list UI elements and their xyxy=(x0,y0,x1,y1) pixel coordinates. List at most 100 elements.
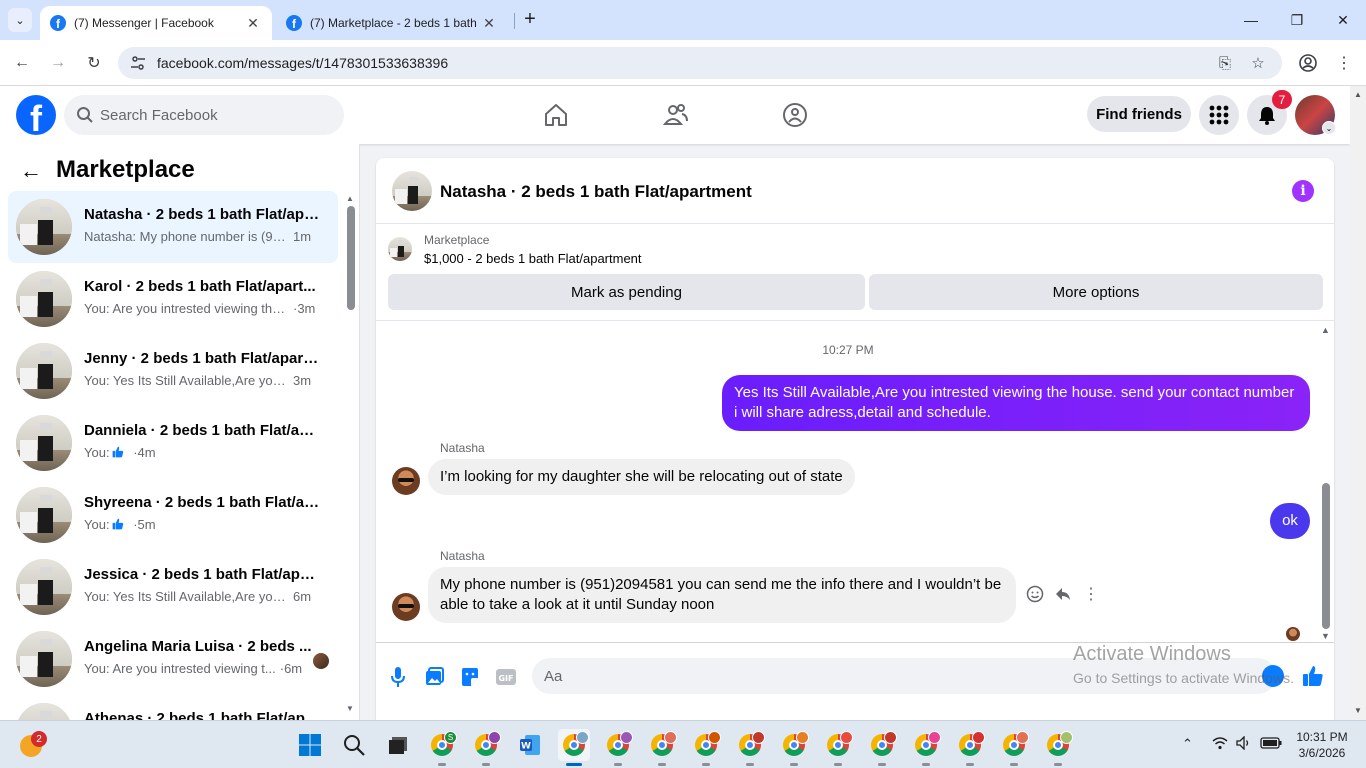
site-info-icon[interactable] xyxy=(130,55,146,71)
browser-tab-bar: ⌄ f (7) Messenger | Facebook ✕ f (7) Mar… xyxy=(0,0,1366,40)
react-smiley-icon[interactable] xyxy=(1024,583,1046,605)
conversation-item[interactable]: Jenny · 2 beds 1 bath Flat/apart... You: … xyxy=(8,335,338,407)
chrome-profile-s-icon[interactable]: S xyxy=(426,729,458,766)
facebook-search[interactable] xyxy=(64,95,344,135)
browser-menu-icon[interactable]: ⋮ xyxy=(1331,50,1357,76)
chrome-profile-icon[interactable] xyxy=(998,729,1030,766)
incoming-message[interactable]: My phone number is (951)2094581 you can … xyxy=(428,567,1016,623)
listing-avatar[interactable] xyxy=(392,171,432,211)
outgoing-message[interactable]: Yes Its Still Available,Are you intreste… xyxy=(722,375,1310,431)
word-icon[interactable]: W xyxy=(514,729,546,761)
tab-close-icon[interactable]: ✕ xyxy=(480,14,498,32)
chrome-profile-icon[interactable] xyxy=(1042,729,1074,766)
find-friends-button[interactable]: Find friends xyxy=(1087,96,1191,132)
chrome-profile-icon[interactable] xyxy=(778,729,810,766)
chrome-profile-icon[interactable] xyxy=(602,729,634,766)
menu-grid-icon[interactable] xyxy=(1199,95,1239,135)
chrome-profile-icon[interactable] xyxy=(470,729,502,766)
task-view-icon[interactable] xyxy=(382,729,414,761)
search-icon[interactable] xyxy=(338,729,370,761)
restore-icon[interactable]: ❐ xyxy=(1282,8,1312,32)
incoming-message[interactable]: I’m looking for my daughter she will be … xyxy=(428,459,855,495)
conversation-item[interactable]: Jessica · 2 beds 1 bath Flat/apart... You… xyxy=(8,551,338,623)
back-arrow-icon[interactable]: ← xyxy=(20,160,44,184)
chrome-profile-icon[interactable] xyxy=(690,729,722,766)
chrome-profile-icon[interactable] xyxy=(822,729,854,766)
page-scrollbar[interactable]: ▲ ▼ xyxy=(1350,86,1366,720)
reload-icon[interactable]: ↻ xyxy=(81,50,107,76)
system-clock[interactable]: 10:31 PM 3/6/2026 xyxy=(1294,729,1350,761)
more-options-button[interactable]: More options xyxy=(869,274,1323,310)
chrome-profile-icon[interactable] xyxy=(734,729,766,766)
profile-icon[interactable] xyxy=(1295,50,1321,76)
tab-search-dropdown-button[interactable]: ⌄ xyxy=(8,8,32,32)
chrome-active-window-icon[interactable] xyxy=(558,729,590,766)
address-bar[interactable]: facebook.com/messages/t/1478301533638396… xyxy=(118,47,1282,79)
mark-as-pending-button[interactable]: Mark as pending xyxy=(388,274,865,310)
scroll-down-icon[interactable]: ▼ xyxy=(1354,706,1362,715)
close-window-icon[interactable]: ✕ xyxy=(1328,8,1358,32)
photo-icon[interactable] xyxy=(422,665,446,689)
new-tab-button[interactable]: + xyxy=(520,9,540,30)
scroll-down-icon[interactable]: ▼ xyxy=(346,704,354,713)
conversation-item[interactable]: Karol · 2 beds 1 bath Flat/apart... You: … xyxy=(8,263,338,335)
chrome-profile-icon[interactable] xyxy=(646,729,678,766)
start-windows-icon[interactable] xyxy=(294,729,326,761)
chevron-down-icon[interactable]: ⌄ xyxy=(1322,121,1336,135)
thumbs-up-icon[interactable] xyxy=(1300,663,1326,689)
search-input[interactable] xyxy=(100,95,330,135)
chat-title[interactable]: Natasha · 2 beds 1 bath Flat/apartment xyxy=(440,182,752,202)
forward-icon[interactable]: → xyxy=(45,50,71,76)
conversation-item[interactable]: Danniela · 2 beds 1 bath Flat/ap... You: … xyxy=(8,407,338,479)
weather-widget[interactable]: 2 xyxy=(18,731,47,759)
wifi-icon[interactable] xyxy=(1212,736,1228,753)
tab-messenger[interactable]: f (7) Messenger | Facebook ✕ xyxy=(40,6,272,40)
preview-time: 1m xyxy=(293,229,312,244)
friends-nav-icon[interactable] xyxy=(656,96,696,134)
scroll-up-icon[interactable]: ▲ xyxy=(346,194,354,203)
preview-time: ·3m xyxy=(293,301,316,316)
browser-toolbar: ← → ↻ facebook.com/messages/t/1478301533… xyxy=(0,40,1366,86)
scroll-up-icon[interactable]: ▲ xyxy=(1321,325,1330,335)
chrome-profile-icon[interactable] xyxy=(866,729,898,766)
scrollbar-thumb[interactable] xyxy=(1322,483,1330,629)
conversation-item[interactable]: Natasha · 2 beds 1 bath Flat/apa... Natas… xyxy=(8,191,338,263)
tab-marketplace[interactable]: f (7) Marketplace - 2 beds 1 bath ✕ xyxy=(276,6,508,40)
groups-nav-icon[interactable] xyxy=(775,96,815,134)
back-icon[interactable]: ← xyxy=(9,50,35,76)
preview-text: You: Yes Its Still Available,Are you i..… xyxy=(84,373,289,388)
listing-thumbnail[interactable] xyxy=(388,237,412,261)
chrome-profile-icon[interactable] xyxy=(954,729,986,766)
conversation-item[interactable]: Angelina Maria Luisa · 2 beds ... You: Ar… xyxy=(8,623,338,695)
show-hidden-icons-chevron-icon[interactable]: ⌃ xyxy=(1182,736,1193,752)
conversation-list-scrollbar[interactable]: ▲ ▼ xyxy=(344,194,356,714)
gif-icon[interactable]: GIF xyxy=(494,665,518,689)
scroll-up-icon[interactable]: ▲ xyxy=(1354,90,1362,99)
microphone-icon[interactable] xyxy=(386,665,410,689)
volume-icon[interactable] xyxy=(1236,735,1252,753)
conversation-title: Natasha · 2 beds 1 bath Flat/apa... xyxy=(84,206,320,223)
sender-avatar[interactable] xyxy=(392,467,420,495)
sender-avatar[interactable] xyxy=(392,593,420,621)
info-icon[interactable]: i xyxy=(1292,180,1314,202)
more-actions-icon[interactable]: ⋮ xyxy=(1080,583,1102,605)
sticker-icon[interactable] xyxy=(458,665,482,689)
scroll-down-icon[interactable]: ▼ xyxy=(1321,631,1330,641)
listing-thumbnail xyxy=(16,343,72,399)
home-nav-icon[interactable] xyxy=(536,96,576,134)
outgoing-message[interactable]: ok xyxy=(1270,503,1310,539)
message-scrollbar[interactable]: ▲ ▼ xyxy=(1320,325,1332,641)
scrollbar-thumb[interactable] xyxy=(347,206,355,310)
bookmark-star-icon[interactable]: ☆ xyxy=(1248,53,1268,73)
listing-title[interactable]: $1,000 - 2 beds 1 bath Flat/apartment xyxy=(424,251,642,266)
minimize-icon[interactable]: — xyxy=(1236,8,1266,32)
chrome-profile-icon[interactable] xyxy=(910,729,942,766)
reply-icon[interactable] xyxy=(1052,583,1074,605)
facebook-logo-icon[interactable]: f xyxy=(16,95,56,135)
conversation-item[interactable]: Shyreena · 2 beds 1 bath Flat/ap... You: … xyxy=(8,479,338,551)
tab-close-icon[interactable]: ✕ xyxy=(244,14,262,32)
chat-header: Natasha · 2 beds 1 bath Flat/apartment i xyxy=(376,158,1334,224)
battery-icon[interactable] xyxy=(1260,736,1282,753)
conversation-item[interactable]: Athenas · 2 beds 1 bath Flat/apa... xyxy=(8,695,338,720)
install-app-icon[interactable]: ⎘ xyxy=(1215,53,1235,73)
